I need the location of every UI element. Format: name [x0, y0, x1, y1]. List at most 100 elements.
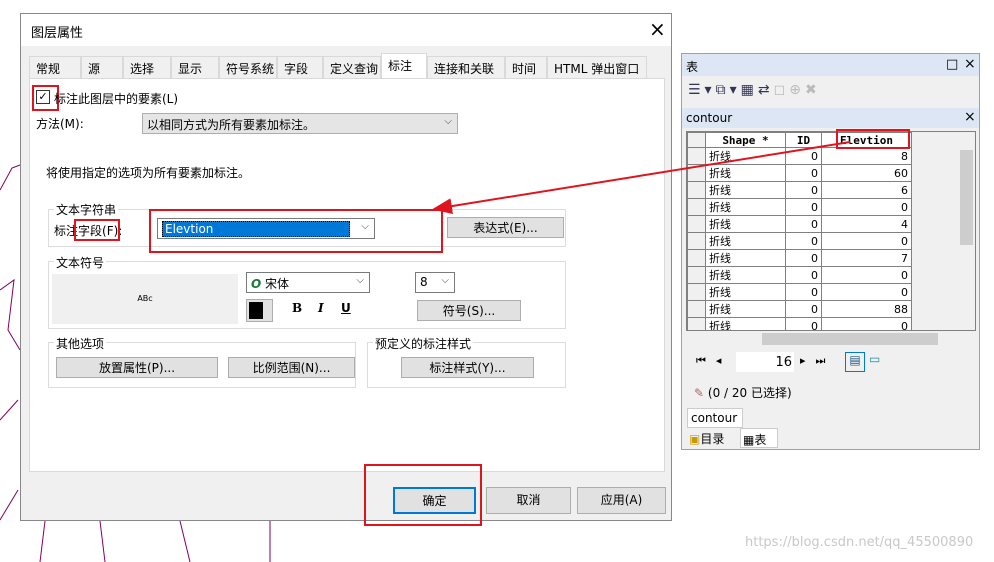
bottom-tab-contour[interactable]: contour — [687, 408, 743, 428]
show-selected-records-icon[interactable]: ▭ — [869, 352, 880, 366]
row-selector[interactable] — [687, 317, 706, 330]
bold-button[interactable]: B — [292, 301, 302, 315]
cell: 0 — [785, 198, 822, 216]
table-row[interactable]: 折线 0 60 — [687, 164, 912, 182]
watermark: https://blog.csdn.net/qq_45500890 — [745, 535, 974, 550]
table-row[interactable]: 折线 0 7 — [687, 249, 912, 267]
last-record-icon[interactable]: ⏭ — [816, 354, 836, 367]
table-row[interactable]: 折线 0 0 — [687, 198, 912, 216]
row-selector[interactable] — [687, 232, 706, 250]
switch-selection-icon[interactable]: ⇄ — [758, 82, 774, 98]
method-value: 以相同方式为所有要素加标注。 — [147, 118, 316, 132]
column-header-id[interactable]: ID — [785, 132, 822, 148]
tab-7[interactable]: 标注 — [381, 53, 427, 79]
scrollbar-thumb[interactable] — [762, 333, 938, 345]
table-row[interactable]: 折线 0 0 — [687, 283, 912, 301]
table-row[interactable]: 折线 0 6 — [687, 181, 912, 199]
font-select[interactable]: O 宋体 ⌵ — [246, 272, 370, 293]
chevron-down-icon: ⌵ — [441, 275, 449, 286]
column-header-shape[interactable]: Shape * — [705, 132, 786, 148]
select-by-attributes-icon[interactable]: ▦ — [741, 82, 758, 98]
underline-button[interactable]: U — [341, 301, 351, 315]
tab-1[interactable]: 源 — [81, 56, 123, 78]
tab-0[interactable]: 常规 — [29, 56, 81, 78]
color-picker[interactable] — [246, 299, 273, 322]
cell: 0 — [785, 164, 822, 182]
tab-2[interactable]: 选择 — [123, 56, 171, 78]
cell: 0 — [821, 232, 912, 250]
cell: 折线 — [705, 215, 786, 233]
close-icon[interactable]: × — [964, 109, 976, 125]
prev-record-icon[interactable]: ◂ — [716, 354, 732, 367]
table-row[interactable]: 折线 0 88 — [687, 300, 912, 318]
table-row[interactable]: 折线 0 8 — [687, 147, 912, 165]
pencil-icon: ✎ — [694, 386, 705, 400]
dialog-titlebar: 图层属性 × — [21, 14, 671, 46]
row-selector[interactable] — [687, 283, 706, 301]
method-select[interactable]: 以相同方式为所有要素加标注。 ⌵ — [142, 113, 458, 134]
zoom-to-selected-icon: ⊕ — [789, 82, 805, 98]
cell: 0 — [785, 300, 822, 318]
table-row[interactable]: 折线 0 4 — [687, 215, 912, 233]
symbol-button[interactable]: 符号(S)... — [417, 300, 521, 321]
row-selector[interactable] — [687, 181, 706, 199]
row-selector[interactable] — [687, 266, 706, 284]
show-all-records-icon[interactable]: ▤ — [845, 352, 865, 372]
tab-9[interactable]: 时间 — [505, 56, 547, 78]
cell: 0 — [785, 249, 822, 267]
cell: 折线 — [705, 317, 786, 330]
tab-table[interactable]: ▦表 — [740, 428, 778, 448]
color-swatch — [249, 302, 263, 319]
layer-tab-label[interactable]: contour — [686, 111, 732, 125]
scale-range-button[interactable]: 比例范围(N)... — [228, 357, 355, 378]
close-icon[interactable]: × — [649, 17, 666, 41]
row-selector[interactable] — [687, 198, 706, 216]
chevron-down-icon: ⌵ — [356, 275, 364, 286]
italic-button[interactable]: I — [318, 301, 324, 315]
text-string-group-title: 文本字符串 — [54, 201, 119, 218]
tab-3[interactable]: 显示 — [171, 56, 219, 78]
label-styles-button[interactable]: 标注样式(Y)... — [401, 357, 534, 378]
tab-4[interactable]: 符号系统 — [219, 56, 277, 78]
row-selector[interactable] — [687, 147, 706, 165]
table-row[interactable]: 折线 0 0 — [687, 266, 912, 284]
horizontal-scrollbar[interactable] — [686, 331, 976, 347]
tab-6[interactable]: 定义查询 — [323, 56, 381, 78]
expression-button[interactable]: 表达式(E)... — [447, 217, 564, 238]
apply-button[interactable]: 应用(A) — [577, 487, 666, 514]
first-record-icon[interactable]: ⏮ — [696, 354, 716, 367]
font-size-select[interactable]: 8 ⌵ — [415, 272, 455, 293]
record-number-input[interactable]: 16 — [736, 352, 794, 372]
row-selector[interactable] — [687, 215, 706, 233]
related-tables-icon[interactable]: ⧉▾ — [716, 82, 741, 98]
maximize-icon[interactable]: □ — [946, 57, 958, 72]
tab-5[interactable]: 字段 — [277, 56, 323, 78]
cell: 0 — [785, 317, 822, 330]
cell: 4 — [821, 215, 912, 233]
tab-10[interactable]: HTML 弹出窗口 — [547, 56, 647, 78]
close-icon[interactable]: × — [964, 56, 976, 72]
cell: 88 — [821, 300, 912, 318]
cell: 折线 — [705, 283, 786, 301]
table-options-icon[interactable]: ☰▾ — [688, 82, 716, 98]
cell: 折线 — [705, 249, 786, 267]
table-row[interactable]: 折线 0 0 — [687, 232, 912, 250]
scrollbar-thumb[interactable] — [960, 150, 973, 245]
row-selector[interactable] — [687, 300, 706, 318]
vertical-scrollbar[interactable] — [958, 132, 975, 330]
annotation-box — [836, 129, 910, 149]
row-selector[interactable] — [687, 164, 706, 182]
cell: 6 — [821, 181, 912, 199]
tab-8[interactable]: 连接和关联 — [427, 56, 505, 78]
cancel-button[interactable]: 取消 — [486, 487, 571, 514]
annotation-box — [364, 464, 482, 526]
placement-properties-button[interactable]: 放置属性(P)... — [56, 357, 218, 378]
selection-count: (0 / 20 已选择) — [707, 386, 792, 400]
next-record-icon[interactable]: ▸ — [800, 354, 816, 367]
layer-properties-dialog: 图层属性 × 常规源选择 显示 符号系统 字段 定义查询 标注 连接和关联 时间 HTML 弹出… — [20, 13, 672, 526]
table-toolbar: ☰▾⧉▾▦⇄◻⊕✖ — [688, 82, 821, 98]
tab-toc[interactable]: ▣目录 — [687, 428, 739, 448]
table-row[interactable]: 折线 0 0 — [687, 317, 912, 330]
row-selector[interactable] — [687, 249, 706, 267]
cell: 折线 — [705, 181, 786, 199]
